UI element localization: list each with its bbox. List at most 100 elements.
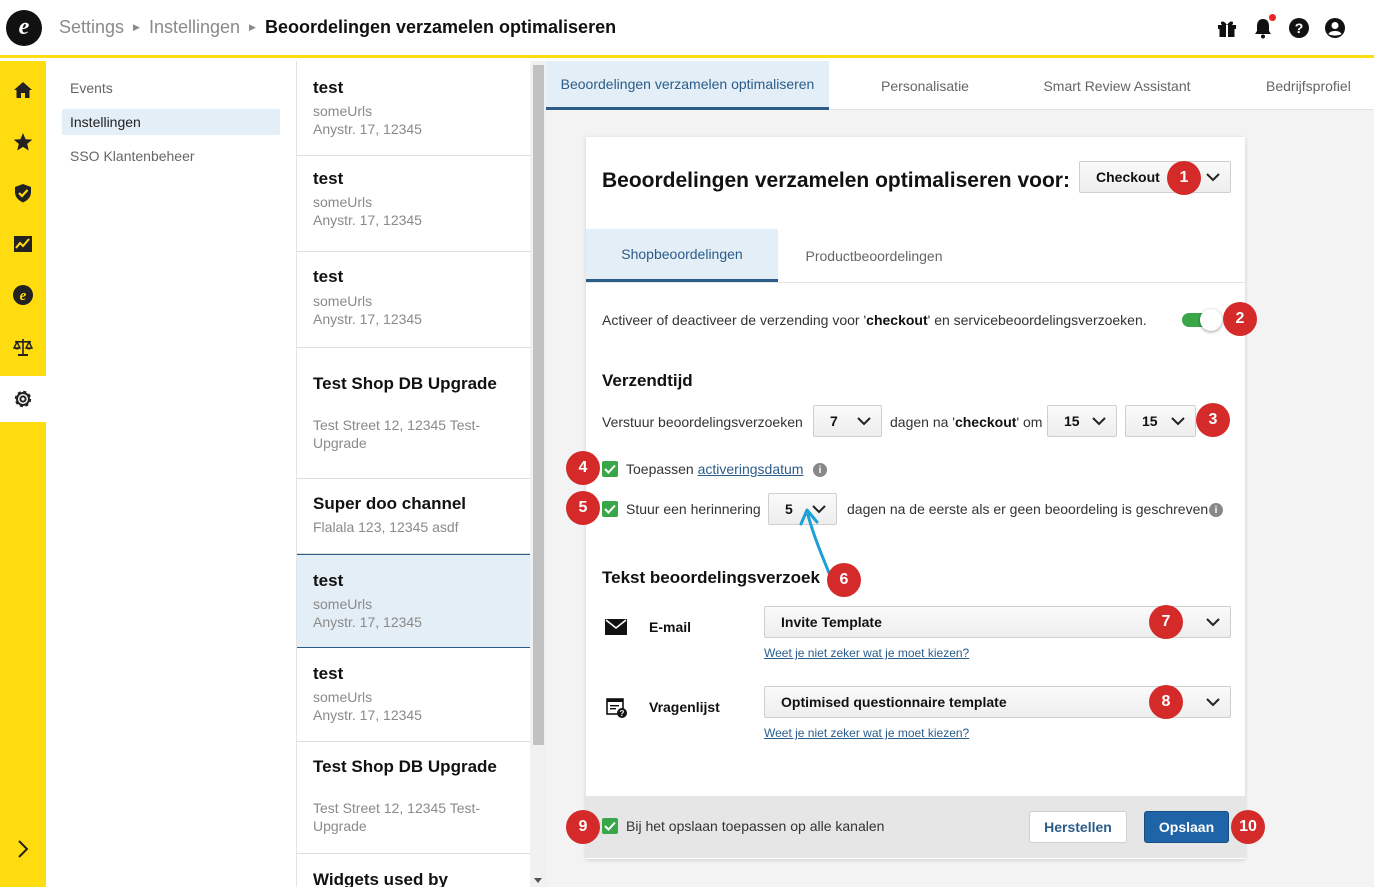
help-icon[interactable]: ? — [1288, 17, 1310, 39]
gear-icon[interactable] — [0, 376, 46, 422]
tab-bedrijfsprofiel[interactable]: Bedrijfsprofiel — [1213, 61, 1374, 110]
main-panel: Beoordelingen verzamelen optimaliseren P… — [546, 61, 1374, 887]
channel-title: Super doo channel — [313, 494, 467, 513]
annotation-badge: 1 — [1167, 161, 1201, 195]
scrollbar-thumb[interactable] — [533, 65, 544, 745]
channel-list: test someUrls Anystr. 17, 12345 test som… — [296, 61, 546, 887]
svg-text:?: ? — [1295, 20, 1304, 36]
channel-item[interactable]: test someUrls Anystr. 17, 12345 — [297, 648, 530, 742]
channel-item[interactable]: test someUrls Anystr. 17, 12345 — [297, 156, 530, 252]
scroll-down-icon[interactable] — [534, 878, 542, 883]
event-select[interactable]: Checkout — [1079, 161, 1231, 193]
channel-title: test — [313, 267, 344, 286]
channel-item[interactable]: Test Shop DB Upgrade Test Street 12, 123… — [297, 742, 530, 854]
trusted-logo-icon[interactable]: e — [0, 272, 46, 318]
breadcrumb: Settings ▶ Instellingen ▶ Beoordelingen … — [59, 17, 616, 38]
apply-all-channels-label: Bij het opslaan toepassen op alle kanale… — [626, 818, 885, 834]
star-icon[interactable] — [0, 119, 46, 165]
annotation-badge: 2 — [1223, 302, 1257, 336]
reset-button[interactable]: Herstellen — [1029, 811, 1127, 843]
channel-address-line2: Upgrade — [313, 818, 367, 834]
settings-nav-instellingen[interactable]: Instellingen — [62, 109, 280, 135]
info-icon[interactable]: i — [1209, 503, 1223, 517]
channel-address: Test Street 12, 12345 Test- — [313, 800, 481, 816]
channel-address: Anystr. 17, 12345 — [313, 311, 422, 327]
tab-shopbeoordelingen[interactable]: Shopbeoordelingen — [586, 229, 778, 282]
tab-optimize-collection[interactable]: Beoordelingen verzamelen optimaliseren — [546, 61, 829, 110]
channel-item[interactable]: Super doo channel Flalala 123, 12345 asd… — [297, 479, 530, 554]
hour-select[interactable]: 15 — [1047, 405, 1117, 437]
channel-item[interactable]: Test Shop DB Upgrade Test Street 12, 123… — [297, 348, 530, 479]
channel-item-selected[interactable]: test someUrls Anystr. 17, 12345 — [297, 554, 530, 648]
scales-icon[interactable] — [0, 324, 46, 370]
review-type-tabs: Shopbeoordelingen Productbeoordelingen — [586, 229, 1245, 283]
channel-item[interactable]: Widgets used by — [297, 854, 530, 887]
questionnaire-template-value: Optimised questionnaire template — [781, 694, 1007, 710]
apply-all-channels-checkbox[interactable] — [602, 818, 618, 834]
questionnaire-label: Vragenlijst — [649, 699, 720, 715]
questionnaire-help-link[interactable]: Weet je niet zeker wat je moet kiezen? — [764, 726, 969, 740]
save-button[interactable]: Opslaan — [1144, 811, 1229, 843]
send-label: Verstuur beoordelingsverzoeken — [602, 414, 803, 430]
chart-icon[interactable] — [0, 221, 46, 267]
top-bar: e Settings ▶ Instellingen ▶ Beoordelinge… — [0, 0, 1374, 58]
channel-subtitle: someUrls — [313, 194, 373, 210]
chevron-down-icon — [1092, 417, 1106, 426]
settings-nav-sso[interactable]: SSO Klantenbeheer — [62, 143, 280, 169]
settings-nav: Events Instellingen SSO Klantenbeheer — [46, 61, 296, 887]
breadcrumb-separator-icon: ▶ — [133, 22, 140, 32]
channel-list-scrollbar[interactable] — [530, 61, 546, 887]
email-template-value: Invite Template — [781, 614, 882, 630]
envelope-icon — [605, 619, 627, 640]
chevron-right-icon[interactable] — [0, 826, 46, 872]
channel-address-line2: Upgrade — [313, 435, 367, 451]
svg-text:e: e — [20, 288, 27, 304]
channel-item[interactable]: test someUrls Anystr. 17, 12345 — [297, 252, 530, 348]
breadcrumb-settings[interactable]: Settings — [59, 17, 124, 38]
days-select[interactable]: 7 — [813, 405, 882, 437]
bell-icon[interactable] — [1252, 14, 1276, 39]
shield-check-icon[interactable] — [0, 170, 46, 216]
minute-select-value: 15 — [1142, 413, 1158, 429]
minute-select[interactable]: 15 — [1125, 405, 1196, 437]
channel-address: Test Street 12, 12345 Test- — [313, 417, 481, 433]
breadcrumb-instellingen[interactable]: Instellingen — [149, 17, 240, 38]
tab-smart-review-assistant[interactable]: Smart Review Assistant — [1021, 61, 1213, 110]
request-text-heading: Tekst beoordelingsverzoek — [602, 568, 820, 587]
page-title: Beoordelingen verzamelen optimaliseren — [264, 17, 617, 37]
channel-title: Test Shop DB Upgrade — [313, 374, 497, 393]
email-help-link[interactable]: Weet je niet zeker wat je moet kiezen? — [764, 646, 969, 660]
reminder-post-label: dagen na de eerste als er geen beoordeli… — [847, 501, 1209, 517]
reminder-label: Stuur een herinnering — [626, 501, 761, 517]
notification-dot — [1269, 14, 1276, 21]
channel-address: Anystr. 17, 12345 — [313, 212, 422, 228]
trusted-logo[interactable]: e — [6, 10, 42, 46]
channel-subtitle: someUrls — [313, 689, 373, 705]
chevron-down-icon — [1206, 698, 1220, 707]
annotation-badge: 6 — [827, 563, 861, 597]
chevron-down-icon — [857, 417, 871, 426]
channel-title: test — [313, 664, 344, 683]
tab-productbeoordelingen[interactable]: Productbeoordelingen — [778, 229, 970, 282]
channel-item[interactable]: test someUrls Anystr. 17, 12345 — [297, 61, 530, 156]
apply-activation-checkbox[interactable] — [602, 461, 618, 477]
chevron-down-icon — [1171, 417, 1185, 426]
settings-nav-events[interactable]: Events — [62, 75, 280, 101]
gift-icon[interactable] — [1216, 17, 1238, 39]
tab-personalisatie[interactable]: Personalisatie — [829, 61, 1021, 110]
card-title: Beoordelingen verzamelen optimaliseren v… — [602, 169, 1070, 192]
annotation-badge: 5 — [566, 491, 600, 525]
svg-text:?: ? — [620, 709, 625, 718]
annotation-badge: 4 — [566, 451, 600, 485]
info-icon[interactable]: i — [813, 463, 827, 477]
questionnaire-icon: ? — [606, 697, 628, 724]
activation-date-link[interactable]: activeringsdatum — [698, 461, 804, 477]
channel-title: Widgets used by — [313, 870, 448, 887]
channel-subtitle: someUrls — [313, 293, 373, 309]
sending-toggle[interactable] — [1182, 309, 1222, 331]
reminder-checkbox[interactable] — [602, 501, 618, 517]
home-icon[interactable] — [0, 67, 46, 113]
annotation-badge: 10 — [1231, 810, 1265, 844]
account-icon[interactable] — [1324, 17, 1346, 39]
chevron-down-icon — [1206, 618, 1220, 627]
